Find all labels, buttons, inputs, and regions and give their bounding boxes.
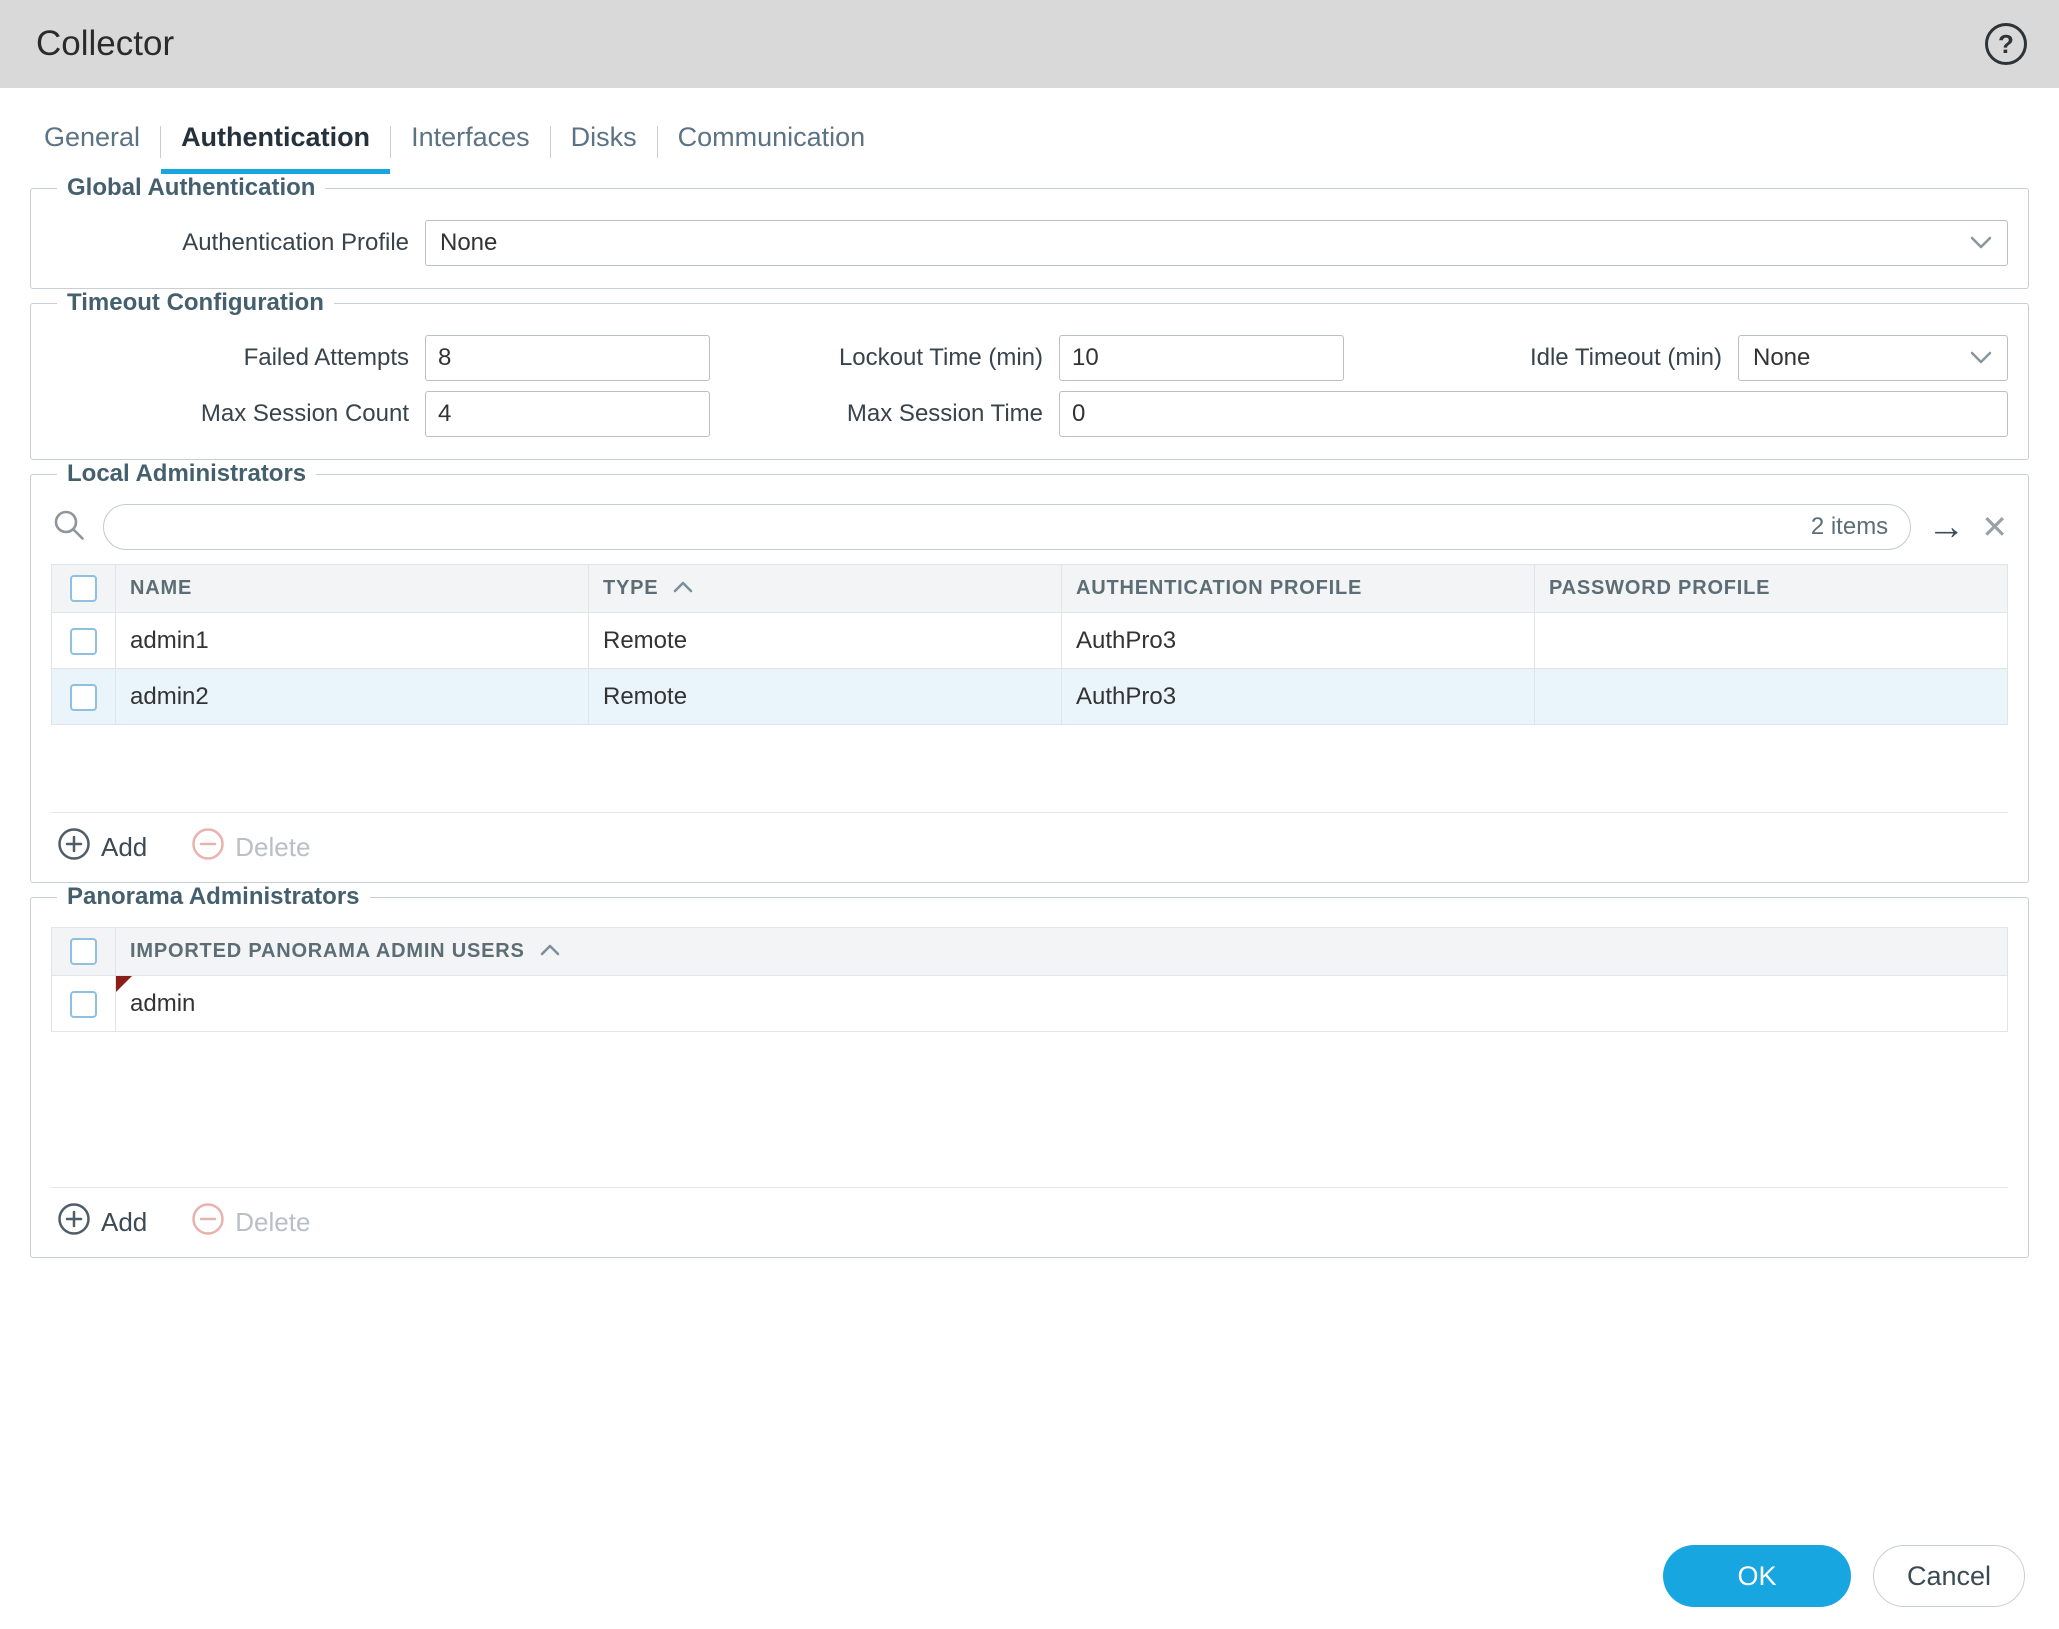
panorama-administrators-legend: Panorama Administrators [57,883,370,911]
max-session-count-input[interactable] [425,391,710,437]
cell-name: admin2 [116,669,589,725]
authentication-profile-value: None [440,229,1969,257]
items-count: 2 items [1811,513,1888,541]
idle-timeout-label: Idle Timeout (min) [1510,344,1738,372]
column-header-name[interactable]: NAME [116,565,589,613]
modified-marker [116,976,132,992]
delete-button[interactable]: Delete [191,827,310,868]
search-icon [51,507,87,548]
close-icon: ✕ [1981,511,2008,543]
row-checkbox[interactable] [70,991,97,1018]
local-administrators-actions: Add Delete [51,813,2008,868]
cell-type: Remote [589,613,1062,669]
column-header-authentication-profile[interactable]: AUTHENTICATION PROFILE [1062,565,1535,613]
chevron-down-icon [1969,229,1993,257]
authentication-profile-select[interactable]: None [425,220,2008,266]
delete-button[interactable]: Delete [191,1202,310,1243]
sort-ascending-icon [672,577,694,600]
global-authentication-legend: Global Authentication [57,174,325,202]
table-header-row: IMPORTED PANORAMA ADMIN USERS [52,928,2008,976]
panorama-administrators-actions: Add Delete [51,1188,2008,1243]
tab-disks[interactable]: Disks [551,118,657,174]
dialog-header: Collector ? [0,0,2059,88]
idle-timeout-value: None [1753,344,1969,372]
local-administrators-legend: Local Administrators [57,460,316,488]
global-authentication-section: Global Authentication Authentication Pro… [30,174,2029,289]
failed-attempts-input[interactable] [425,335,710,381]
cell-name: admin [116,976,2008,1032]
clear-filter-button[interactable]: ✕ [1981,511,2008,543]
lockout-time-label: Lockout Time (min) [710,344,1059,372]
table-row[interactable]: admin [52,976,2008,1032]
cell-authentication-profile: AuthPro3 [1062,613,1535,669]
idle-timeout-select[interactable]: None [1738,335,2008,381]
panorama-administrators-section: Panorama Administrators IMPORTED PANORAM… [30,883,2029,1258]
tab-bar: General Authentication Interfaces Disks … [24,118,2059,174]
plus-circle-icon [57,827,91,868]
local-administrators-section: Local Administrators 2 items → ✕ NAME [30,460,2029,883]
timeout-configuration-legend: Timeout Configuration [57,289,334,317]
lockout-time-input[interactable] [1059,335,1344,381]
local-administrators-table: NAME TYPE AUTHENTICATION PROFILE PASSWOR… [51,564,2008,725]
table-row[interactable]: admin2 Remote AuthPro3 [52,669,2008,725]
select-all-checkbox[interactable] [70,575,97,602]
tab-interfaces[interactable]: Interfaces [391,118,550,174]
dialog-footer: OK Cancel [1663,1545,2025,1607]
help-icon[interactable]: ? [1985,23,2027,65]
tab-general[interactable]: General [24,118,160,174]
minus-circle-icon [191,827,225,868]
max-session-time-input[interactable] [1059,391,2008,437]
arrow-right-icon: → [1927,508,1965,546]
local-administrators-toolbar: 2 items → ✕ [51,504,2008,550]
cell-type: Remote [589,669,1062,725]
tab-communication[interactable]: Communication [658,118,886,174]
max-session-count-label: Max Session Count [51,400,425,428]
add-button[interactable]: Add [57,827,147,868]
column-header-type[interactable]: TYPE [589,565,1062,613]
dialog-title: Collector [36,24,1985,64]
search-box[interactable]: 2 items [103,504,1911,550]
row-checkbox[interactable] [70,628,97,655]
cell-password-profile [1535,669,2008,725]
cell-name: admin1 [116,613,589,669]
cancel-button[interactable]: Cancel [1873,1545,2025,1607]
cell-password-profile [1535,613,2008,669]
apply-filter-button[interactable]: → [1927,508,1965,546]
table-row[interactable]: admin1 Remote AuthPro3 [52,613,2008,669]
panorama-administrators-table: IMPORTED PANORAMA ADMIN USERS admin [51,927,2008,1032]
tab-authentication[interactable]: Authentication [161,118,390,174]
table-empty-area [51,1032,2008,1188]
table-empty-area [51,725,2008,813]
plus-circle-icon [57,1202,91,1243]
add-button[interactable]: Add [57,1202,147,1243]
table-header-row: NAME TYPE AUTHENTICATION PROFILE PASSWOR… [52,565,2008,613]
minus-circle-icon [191,1202,225,1243]
timeout-configuration-section: Timeout Configuration Failed Attempts Lo… [30,289,2029,460]
chevron-down-icon [1969,344,1993,372]
failed-attempts-label: Failed Attempts [51,344,425,372]
search-input[interactable] [126,512,1811,542]
cell-authentication-profile: AuthPro3 [1062,669,1535,725]
column-header-imported-panorama-admin-users[interactable]: IMPORTED PANORAMA ADMIN USERS [116,928,2008,976]
authentication-profile-label: Authentication Profile [51,229,425,257]
ok-button[interactable]: OK [1663,1545,1851,1607]
row-checkbox[interactable] [70,684,97,711]
column-header-password-profile[interactable]: PASSWORD PROFILE [1535,565,2008,613]
sort-ascending-icon [539,940,561,963]
max-session-time-label: Max Session Time [710,400,1059,428]
select-all-checkbox[interactable] [70,938,97,965]
